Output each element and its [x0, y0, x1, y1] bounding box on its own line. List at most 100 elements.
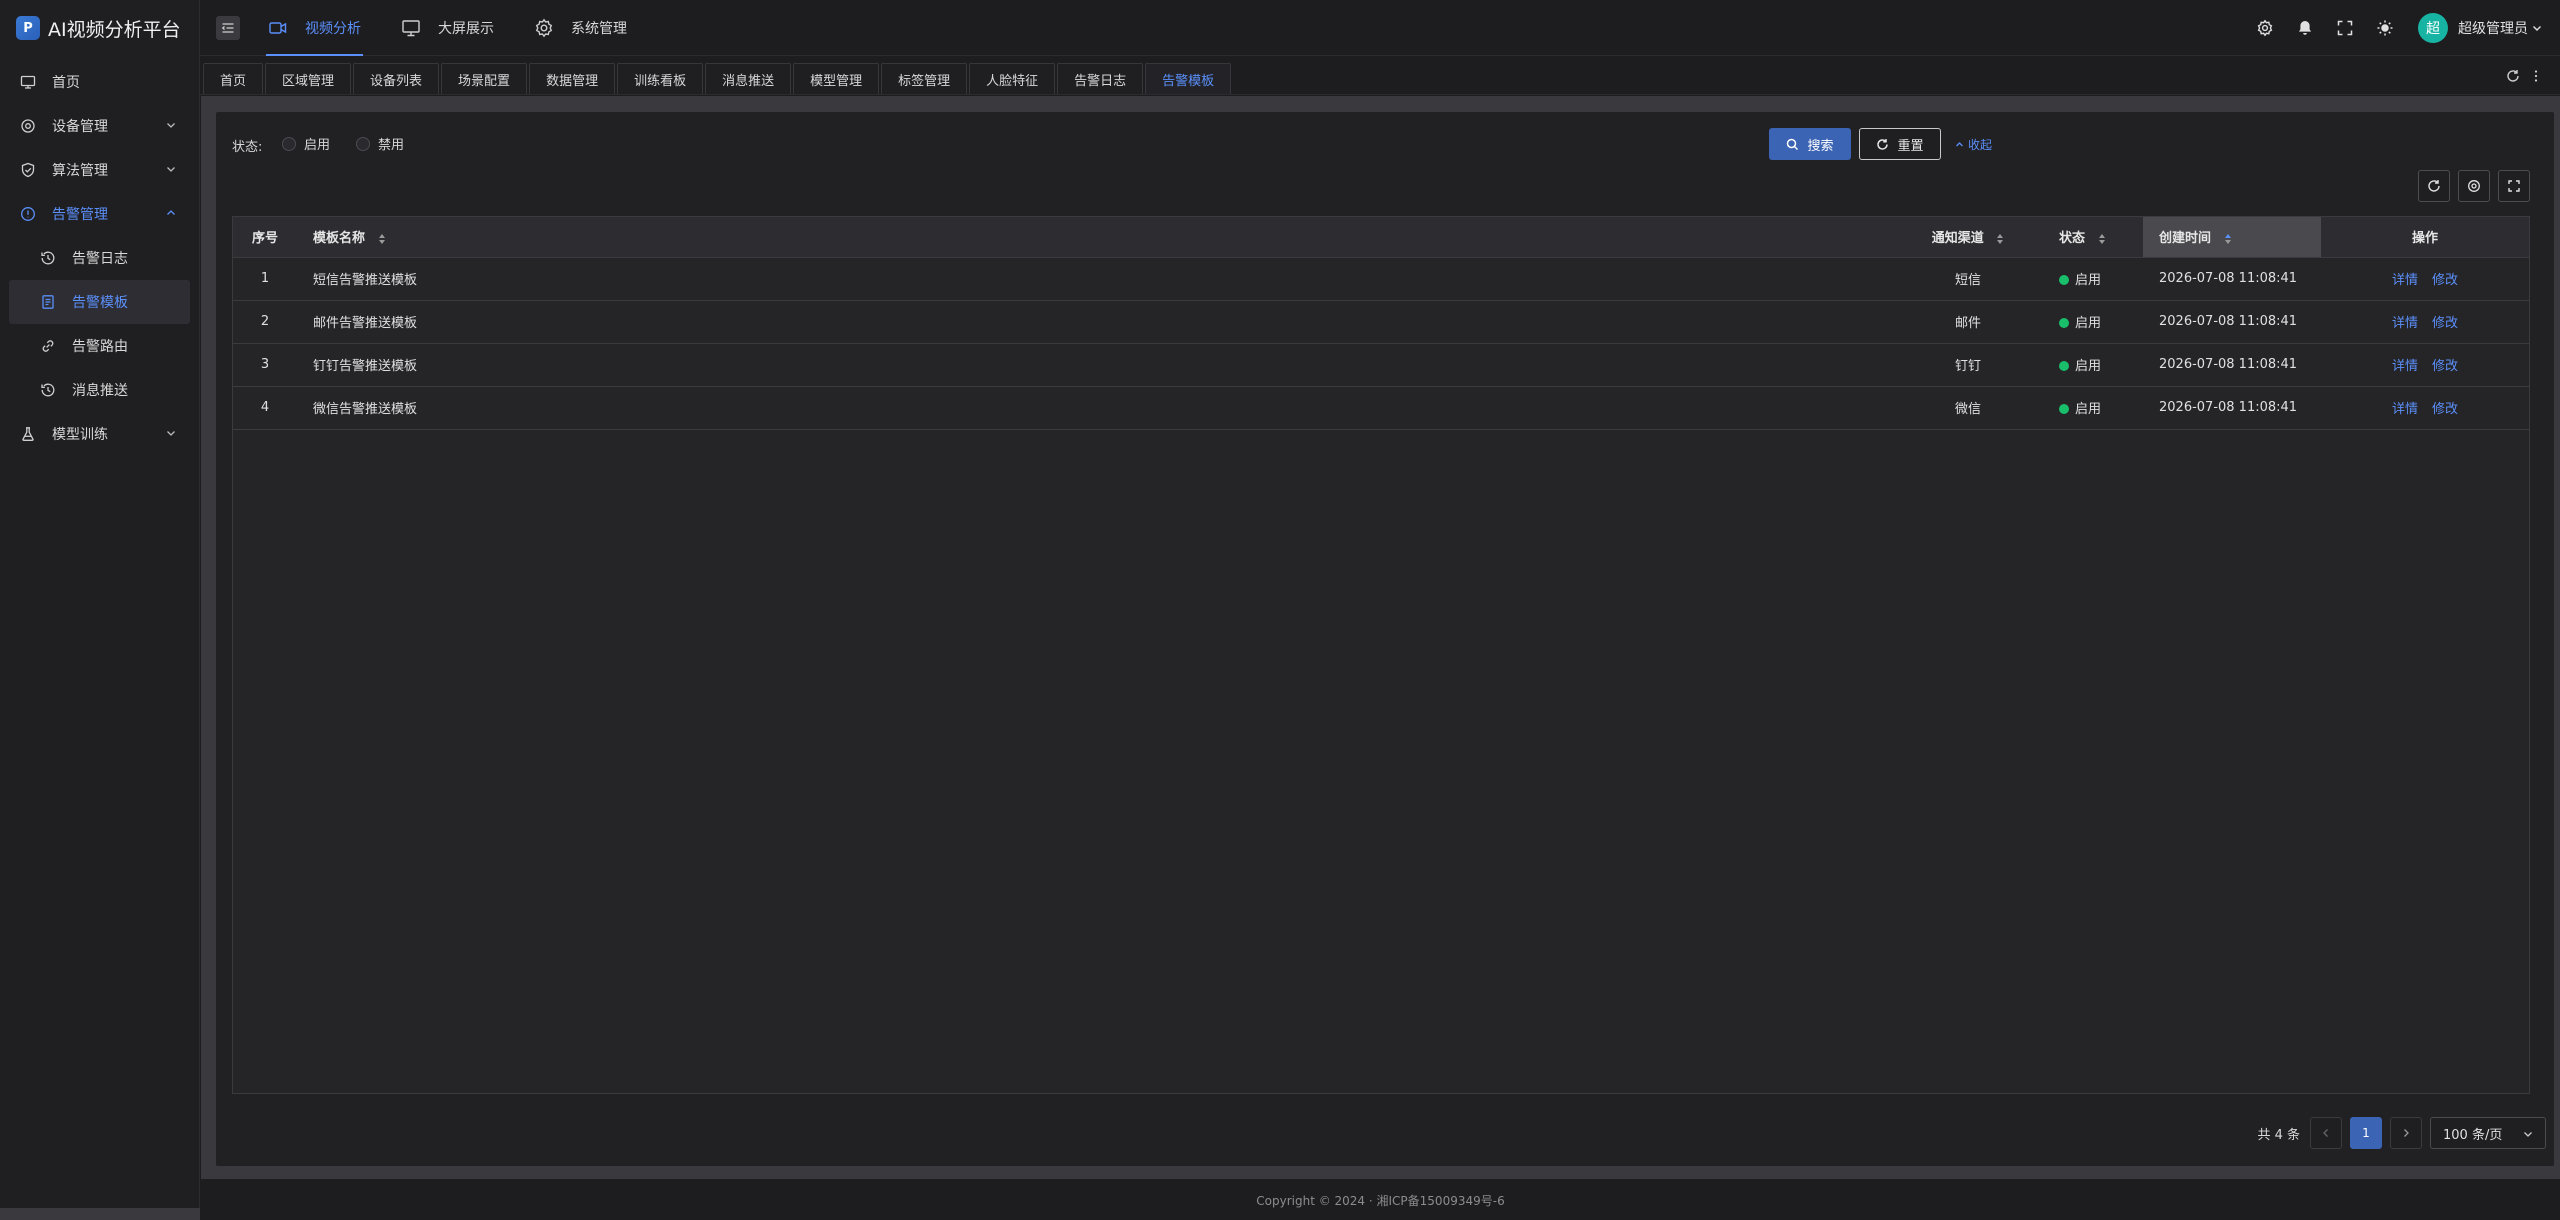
cell-index: 4	[233, 386, 297, 430]
page-number-button[interactable]: 1	[2350, 1117, 2382, 1149]
logo[interactable]: P AI视频分析平台	[0, 0, 199, 56]
cell-index: 3	[233, 343, 297, 387]
column-settings-button[interactable]	[2458, 170, 2490, 202]
tab-message-push[interactable]: 消息推送	[705, 63, 792, 94]
sidebar-item-label: 告警管理	[52, 207, 108, 223]
table-refresh-button[interactable]	[2418, 170, 2450, 202]
detail-link[interactable]: 详情	[2392, 402, 2418, 417]
avatar[interactable]: 超	[2418, 13, 2448, 43]
top-nav-video-analysis[interactable]: 视频分析	[266, 0, 363, 56]
tab-training-board[interactable]: 训练看板	[617, 63, 704, 94]
top-nav-big-screen[interactable]: 大屏展示	[399, 0, 496, 56]
tab-model-management[interactable]: 模型管理	[793, 63, 880, 94]
column-header-status[interactable]: 状态	[2043, 217, 2143, 258]
search-button[interactable]: 搜索	[1769, 128, 1851, 160]
tabs-actions	[2492, 69, 2538, 83]
edit-link[interactable]: 修改	[2432, 316, 2458, 331]
status-dot-icon	[2059, 275, 2069, 285]
sidebar-item-label: 告警路由	[72, 339, 128, 355]
sidebar-item-label: 首页	[52, 75, 80, 91]
tab-area-management[interactable]: 区域管理	[265, 63, 352, 94]
radio-circle[interactable]	[356, 136, 370, 151]
tab-alarm-log[interactable]: 告警日志	[1057, 63, 1144, 94]
status-filter-label: 状态:	[232, 140, 263, 155]
settings-icon	[2467, 179, 2481, 193]
column-header-label: 通知渠道	[1931, 231, 1984, 247]
sidebar-item-home[interactable]: 首页	[0, 60, 199, 104]
column-header-ops: 操作	[2321, 217, 2529, 258]
chevron-down-icon[interactable]	[2532, 23, 2542, 33]
detail-link[interactable]: 详情	[2392, 316, 2418, 331]
tab-face-feature[interactable]: 人脸特征	[969, 63, 1056, 94]
reset-button[interactable]: 重置	[1859, 128, 1941, 160]
sun-icon[interactable]	[2376, 19, 2394, 37]
sort-icon[interactable]	[1996, 233, 2004, 245]
sort-icon[interactable]	[2224, 233, 2232, 245]
top-nav-system-management[interactable]: 系统管理	[532, 0, 629, 56]
sidebar-scrollbar[interactable]	[0, 1208, 200, 1220]
chevron-down-icon	[2523, 1129, 2533, 1139]
sidebar-item-alarm-management[interactable]: 告警管理	[0, 192, 199, 236]
bell-icon[interactable]	[2296, 19, 2314, 37]
sidebar-item-algorithm-management[interactable]: 算法管理	[0, 148, 199, 192]
cell-status: 启用	[2043, 386, 2143, 430]
tab-label-management[interactable]: 标签管理	[881, 63, 968, 94]
settings-icon[interactable]	[2256, 19, 2274, 37]
chevron-down-icon	[165, 427, 177, 439]
fullscreen-icon	[2507, 179, 2521, 193]
history-icon	[40, 250, 56, 266]
fullscreen-icon[interactable]	[2336, 19, 2354, 37]
table-fullscreen-button[interactable]	[2498, 170, 2530, 202]
shield-icon	[20, 162, 36, 178]
tab-scene-config[interactable]: 场景配置	[441, 63, 528, 94]
app-logo-icon: P	[16, 16, 40, 40]
edit-link[interactable]: 修改	[2432, 273, 2458, 288]
sidebar-item-alarm-template[interactable]: 告警模板	[9, 280, 190, 324]
edit-link[interactable]: 修改	[2432, 359, 2458, 374]
tab-alarm-template[interactable]: 告警模板	[1145, 63, 1232, 94]
sidebar-item-alarm-log[interactable]: 告警日志	[0, 236, 199, 280]
sort-icon[interactable]	[378, 233, 386, 245]
page-size-select[interactable]: 100 条/页	[2430, 1117, 2546, 1149]
tab-data-management[interactable]: 数据管理	[529, 63, 616, 94]
column-header-channel[interactable]: 通知渠道	[1893, 217, 2043, 258]
column-header-name[interactable]: 模板名称	[297, 217, 1893, 258]
table-row: 3 钉钉告警推送模板 钉钉 启用 2026-07-08 11:08:41 详情修…	[233, 343, 2529, 387]
flask-icon	[20, 426, 36, 442]
sidebar-item-alarm-route[interactable]: 告警路由	[0, 324, 199, 368]
cell-channel: 微信	[1893, 386, 2043, 430]
detail-link[interactable]: 详情	[2392, 359, 2418, 374]
header-actions: 超 超级管理员	[2234, 0, 2542, 56]
sidebar-toggle-button[interactable]	[216, 15, 240, 40]
sidebar-item-label: 告警模板	[72, 295, 128, 311]
sidebar-item-model-training[interactable]: 模型训练	[0, 412, 199, 456]
prev-page-button[interactable]	[2310, 1117, 2342, 1149]
cell-status: 启用	[2043, 257, 2143, 301]
user-name[interactable]: 超级管理员	[2458, 18, 2528, 38]
sidebar-item-message-push[interactable]: 消息推送	[0, 368, 199, 412]
status-radio-disabled[interactable]: 禁用	[356, 134, 404, 153]
status-radio-enabled[interactable]: 启用	[282, 134, 330, 153]
refresh-icon	[1876, 138, 1889, 151]
sort-icon[interactable]	[2098, 233, 2106, 245]
refresh-icon[interactable]	[2506, 69, 2520, 83]
collapse-link[interactable]: 收起	[1955, 136, 1992, 153]
tab-device-list[interactable]: 设备列表	[353, 63, 440, 94]
tab-home[interactable]: 首页	[203, 63, 264, 94]
sidebar-item-device-management[interactable]: 设备管理	[0, 104, 199, 148]
history-icon	[40, 382, 56, 398]
next-page-button[interactable]	[2390, 1117, 2422, 1149]
detail-link[interactable]: 详情	[2392, 273, 2418, 288]
cell-template-name: 钉钉告警推送模板	[297, 343, 1893, 387]
radio-circle[interactable]	[282, 136, 296, 151]
cell-ops: 详情 修改	[2321, 343, 2529, 387]
cell-channel: 短信	[1893, 257, 2043, 301]
cell-created-time: 2026-07-08 11:08:41	[2143, 343, 2321, 387]
column-header-created-time[interactable]: 创建时间	[2143, 217, 2321, 258]
more-vertical-icon[interactable]	[2534, 69, 2538, 83]
sidebar-item-label: 告警日志	[72, 251, 128, 267]
status-badge: 启用	[2075, 273, 2102, 288]
cell-created-time: 2026-07-08 11:08:41	[2143, 257, 2321, 301]
page-size-value: 100 条/页	[2443, 1127, 2503, 1143]
edit-link[interactable]: 修改	[2432, 402, 2458, 417]
